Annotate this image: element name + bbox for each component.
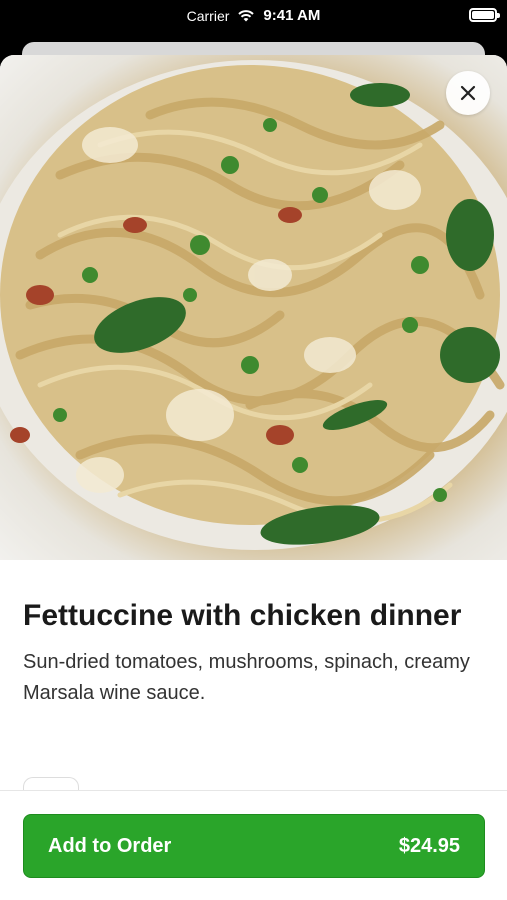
clock: 9:41 AM [263, 7, 321, 24]
dish-photo [0, 55, 507, 560]
item-title: Fettuccine with chicken dinner [23, 599, 462, 632]
item-description: Sun-dried tomatoes, mushrooms, spinach, … [23, 651, 470, 704]
add-to-order-label: Add to Order [48, 834, 172, 857]
add-to-order-button[interactable]: Add to Order $24.95 [23, 814, 485, 878]
close-button[interactable] [446, 71, 490, 115]
status-bar: Carrier 9:41 AM [0, 0, 507, 34]
pasta-illustration [0, 60, 507, 550]
order-footer: Add to Order $24.95 [0, 790, 507, 900]
close-icon [460, 85, 476, 101]
battery-icon [469, 8, 500, 22]
carrier-label: Carrier [186, 7, 230, 24]
item-detail-sheet: Fettuccine with chicken dinner Sun-dried… [0, 55, 507, 900]
price-label: $24.95 [398, 834, 460, 857]
wifi-icon [238, 10, 255, 22]
item-info: Fettuccine with chicken dinner Sun-dried… [23, 595, 483, 709]
